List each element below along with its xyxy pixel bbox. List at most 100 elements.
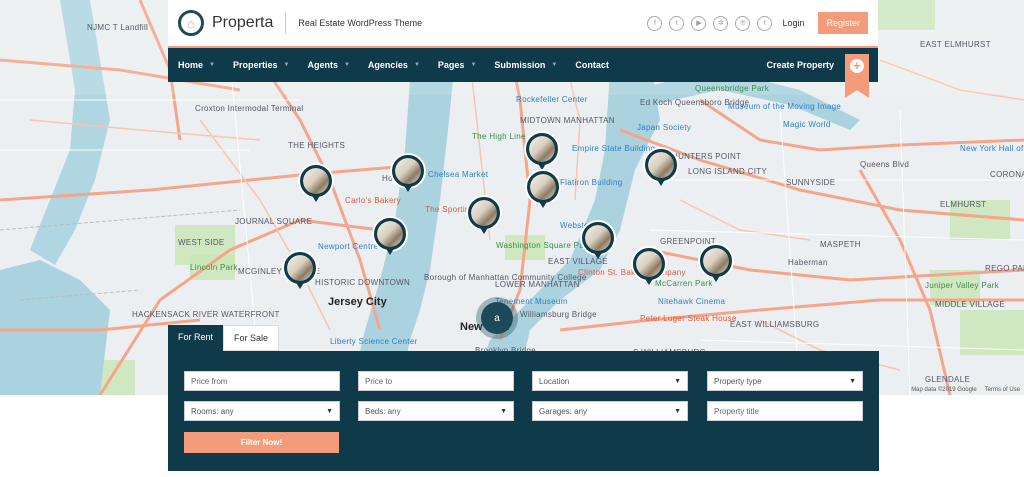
nav-item-properties[interactable]: Properties ▼	[233, 60, 289, 70]
map-label-williamsburg-bridge: Williamsburg Bridge	[520, 310, 597, 319]
price-from-input[interactable]: Price from	[184, 371, 340, 391]
nav-item-home[interactable]: Home ▼	[178, 60, 215, 70]
map-label-croxton: Croxton Intermodal Terminal	[195, 104, 304, 113]
map-label-peter-luger: Peter Luger Steak House	[640, 314, 737, 323]
property-thumbnail	[303, 168, 329, 194]
property-marker[interactable]	[582, 222, 614, 262]
map-label-glendale: GLENDALE	[925, 375, 971, 384]
map-label-newport: Newport Centre	[318, 242, 379, 251]
search-tabs: For Rent For Sale	[168, 325, 280, 351]
caret-down-icon: ▼	[551, 62, 558, 68]
dropdown-arrow-icon: ▼	[674, 407, 681, 415]
property-marker[interactable]	[374, 218, 406, 258]
register-button[interactable]: Register	[818, 12, 868, 34]
property-marker[interactable]	[633, 248, 665, 288]
map-label-japan-society: Japan Society	[637, 123, 692, 132]
map-label-lincoln: Lincoln Park	[190, 263, 238, 272]
map-label-east-elmhurst: EAST ELMHURST	[920, 40, 991, 49]
tab-for-sale[interactable]: For Sale	[223, 325, 280, 351]
caret-down-icon: ▼	[343, 62, 350, 68]
nav-item-agencies[interactable]: Agencies ▼	[368, 60, 420, 70]
property-marker[interactable]	[645, 149, 677, 189]
property-thumbnail	[648, 152, 674, 178]
dropdown-arrow-icon: ▼	[849, 377, 856, 385]
create-property-link[interactable]: Create Property	[766, 60, 834, 70]
map-label-corona: CORONA	[990, 170, 1024, 179]
property-thumbnail	[377, 221, 403, 247]
facebook-icon[interactable]: f	[647, 15, 663, 31]
map-label-sporting: The Sporting	[425, 205, 475, 214]
site-header: ⌂ Properta Real Estate WordPress Theme f…	[168, 0, 878, 48]
garages-select[interactable]: Garages: any ▼	[532, 401, 688, 421]
map-label-haberman: Haberman	[788, 258, 828, 267]
map-label-clinton: Clinton St. Baking Company	[578, 268, 686, 277]
property-marker[interactable]	[700, 245, 732, 285]
property-title-input[interactable]: Property title	[707, 401, 863, 421]
plus-icon: +	[850, 59, 864, 73]
location-select[interactable]: Location ▼	[532, 371, 688, 391]
map-label-juniper: Juniper Valley Park	[925, 281, 1000, 290]
map-label-lower-manhattan: LOWER MANHATTAN	[495, 280, 580, 289]
nav-item-agents[interactable]: Agents ▼	[307, 60, 349, 70]
property-marker[interactable]	[300, 165, 332, 205]
map-label-heights: THE HEIGHTS	[288, 141, 346, 150]
map-label-journal-square: JOURNAL SQUARE	[235, 217, 313, 226]
tumblr-icon[interactable]: t	[757, 15, 773, 31]
property-thumbnail	[530, 174, 556, 200]
map-label-chelsea: Chelsea Market	[428, 170, 489, 179]
brand-name: Properta	[212, 14, 274, 31]
search-panel: Price from Price to Location ▼ Property t…	[168, 351, 879, 471]
map-label-sunnyside: SUNNYSIDE	[786, 178, 836, 187]
caret-down-icon: ▼	[413, 62, 420, 68]
tab-for-rent[interactable]: For Rent	[168, 325, 224, 351]
nav-item-contact[interactable]: Contact	[575, 60, 609, 70]
map-cluster-marker[interactable]: a	[481, 302, 513, 334]
map-label-hunters-point: HUNTERS POINT	[672, 152, 742, 161]
property-marker[interactable]	[527, 171, 559, 211]
twitter-icon[interactable]: t	[669, 15, 685, 31]
map-label-new-york-hall: New York Hall of Science	[960, 144, 1024, 153]
caret-down-icon: ▼	[283, 62, 290, 68]
map-label-liberty: Liberty Science Center	[330, 337, 418, 346]
map-label-midtown: MIDTOWN MANHATTAN	[520, 116, 615, 125]
nav-item-submission[interactable]: Submission ▼	[494, 60, 557, 70]
map-label-queensbridge: Queensbridge Park	[695, 84, 770, 93]
youtube-icon[interactable]: ▶	[691, 15, 707, 31]
property-thumbnail	[395, 158, 421, 184]
property-thumbnail	[585, 225, 611, 251]
nav-item-pages[interactable]: Pages ▼	[438, 60, 476, 70]
property-thumbnail	[529, 136, 555, 162]
map-label-washington: Washington Square Park	[496, 241, 592, 250]
filter-now-button[interactable]: Filter Now!	[184, 432, 339, 453]
map-label-elmhurst: ELMHURST	[940, 200, 987, 209]
property-marker[interactable]	[526, 133, 558, 173]
map-terms-link[interactable]: Terms of Use	[985, 387, 1020, 393]
login-link[interactable]: Login	[782, 18, 804, 28]
pinterest-icon[interactable]: ℗	[735, 15, 751, 31]
header-divider	[285, 12, 287, 34]
site-logo[interactable]: ⌂ Properta	[178, 10, 273, 36]
google-icon[interactable]: ✲	[713, 15, 729, 31]
map-label-njmc: NJMC T Landfill	[87, 23, 149, 32]
property-marker[interactable]	[392, 155, 424, 195]
map-label-queens-blvd: Queens Blvd	[860, 160, 910, 169]
map-label-maspeth: MASPETH	[820, 240, 861, 249]
map-footer: Map data ©2019 Google Terms of Use	[911, 387, 1020, 393]
map-label-hackensack: HACKENSACK RIVER WATERFRONT	[132, 310, 280, 319]
property-marker[interactable]	[468, 197, 500, 237]
property-thumbnail	[636, 251, 662, 277]
map-label-museum-moving: Museum of the Moving Image	[728, 102, 842, 111]
caret-down-icon: ▼	[470, 62, 477, 68]
property-thumbnail	[471, 200, 497, 226]
map-label-middle-village: MIDDLE VILLAGE	[935, 300, 1006, 309]
property-marker[interactable]	[284, 252, 316, 292]
property-type-select[interactable]: Property type ▼	[707, 371, 863, 391]
price-to-input[interactable]: Price to	[358, 371, 514, 391]
site-tagline: Real Estate WordPress Theme	[298, 18, 423, 28]
beds-select[interactable]: Beds: any ▼	[358, 401, 514, 421]
map-label-historic: HISTORIC DOWNTOWN	[315, 278, 411, 287]
house-icon: ⌂	[178, 10, 204, 36]
map-label-east-williamsburg: EAST WILLIAMSBURG	[730, 320, 820, 329]
map-label-long-island: LONG ISLAND CITY	[688, 167, 768, 176]
rooms-select[interactable]: Rooms: any ▼	[184, 401, 340, 421]
